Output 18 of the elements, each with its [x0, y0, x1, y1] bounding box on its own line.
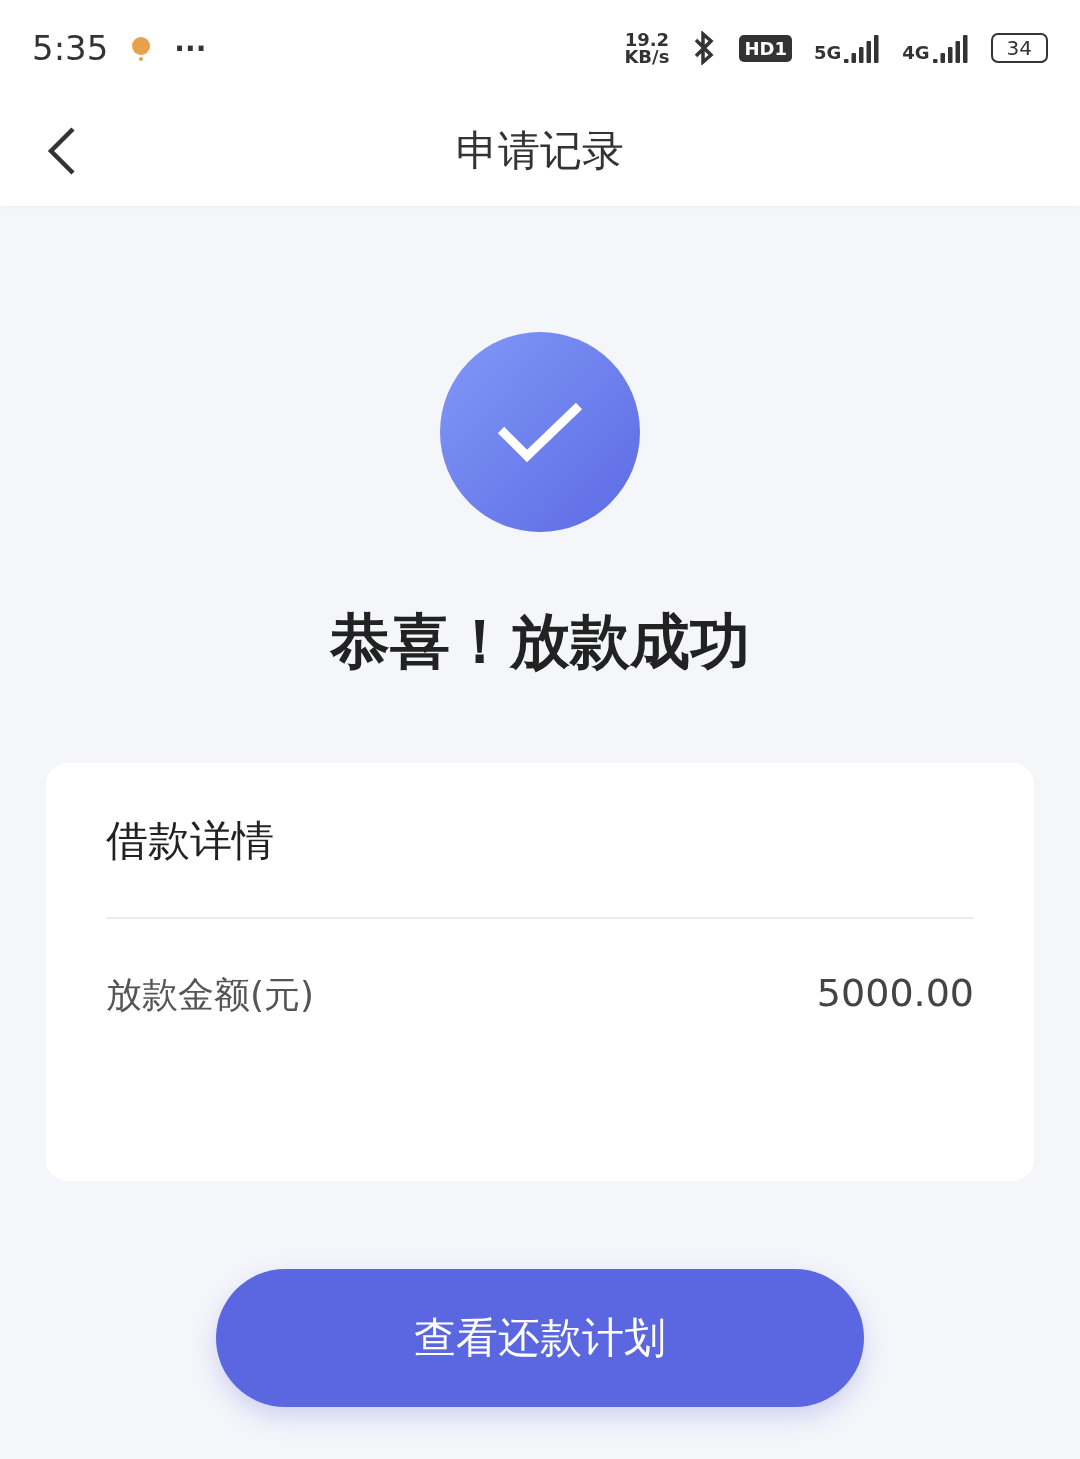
back-icon [47, 126, 77, 176]
detail-label: 放款金额(元) [106, 973, 315, 1017]
page-title: 申请记录 [456, 125, 624, 177]
signal-icon [932, 33, 969, 63]
repayment-plan-button[interactable]: 查看还款计划 [216, 1269, 864, 1407]
card-title: 借款详情 [106, 763, 974, 919]
status-time: 5:35 [32, 28, 109, 68]
speed-value: 19.2 [624, 30, 670, 48]
success-title: 恭喜！放款成功 [329, 605, 751, 678]
hd-badge: HD1 [739, 34, 792, 62]
battery-level: 34 [990, 33, 1048, 63]
network-type: 4G [902, 42, 930, 63]
signal-icon [844, 33, 881, 63]
notification-icon [130, 35, 153, 61]
detail-value: 5000.00 [816, 971, 974, 1017]
more-indicator: ··· [174, 31, 207, 65]
network-type: 5G [813, 42, 842, 63]
speed-unit: KB/s [624, 48, 670, 66]
